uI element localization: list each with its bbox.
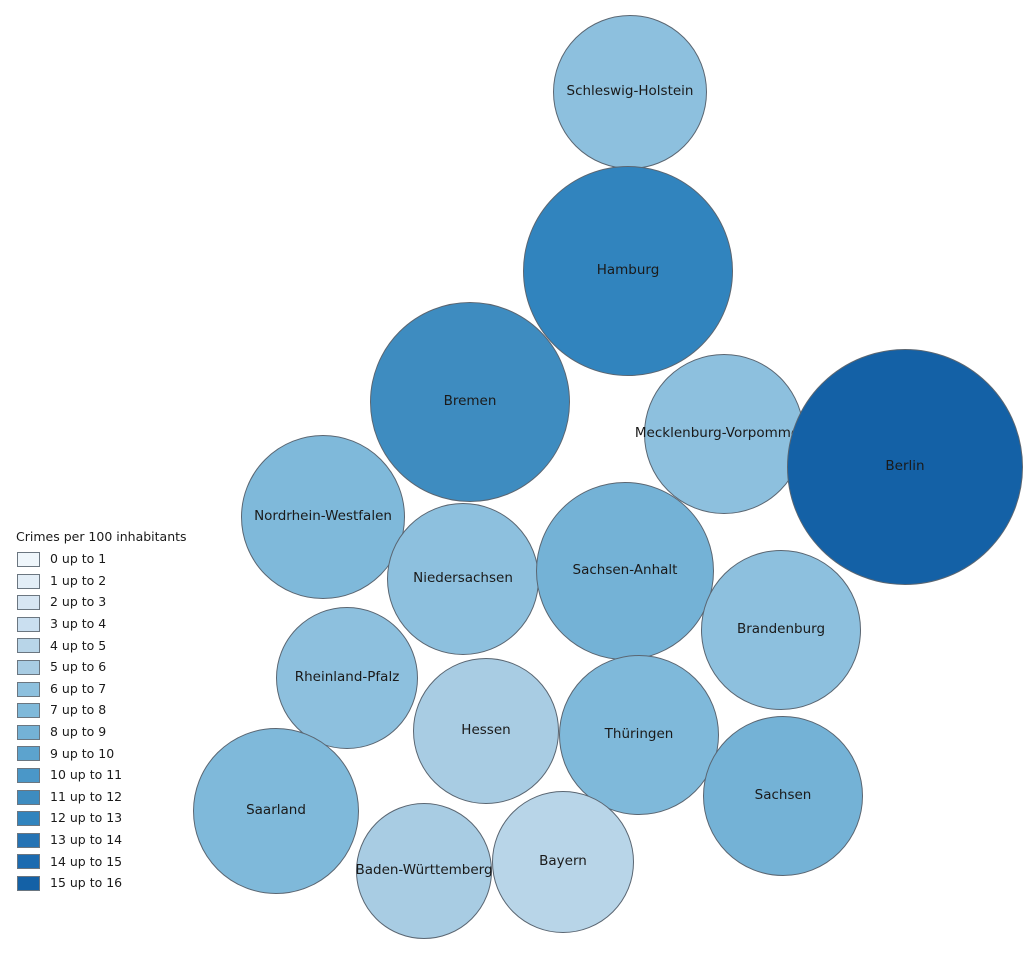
bubble-hamburg[interactable]: Hamburg xyxy=(523,166,733,376)
bubble-label: Hessen xyxy=(461,722,511,739)
bubble-label: Thüringen xyxy=(604,726,674,743)
legend-row[interactable]: 4 up to 5 xyxy=(14,635,204,657)
legend-row[interactable]: 5 up to 6 xyxy=(14,657,204,679)
legend-row[interactable]: 11 up to 12 xyxy=(14,786,204,808)
legend-swatch xyxy=(17,595,40,611)
legend-swatch xyxy=(17,552,40,568)
bubble-label: Brandenburg xyxy=(736,621,826,638)
legend-label: 13 up to 14 xyxy=(50,832,123,848)
legend-label: 3 up to 4 xyxy=(50,616,107,632)
legend-swatch xyxy=(17,638,40,654)
bubble-label: Sachsen xyxy=(754,787,812,804)
bubble-label: Baden-Württemberg xyxy=(355,862,493,879)
legend-swatch xyxy=(17,616,40,632)
legend-swatch xyxy=(17,767,40,783)
bubble-label: Nordrhein-Westfalen xyxy=(254,508,392,525)
bubble-label: Schleswig-Holstein xyxy=(566,83,694,100)
legend-swatch xyxy=(17,573,40,589)
legend-swatch xyxy=(17,811,40,827)
bubble-label: Mecklenburg-Vorpommern xyxy=(634,425,814,442)
legend-label: 6 up to 7 xyxy=(50,680,107,696)
legend-label: 15 up to 16 xyxy=(50,875,123,891)
legend-label: 9 up to 10 xyxy=(50,745,115,761)
legend-label: 8 up to 9 xyxy=(50,724,107,740)
legend-swatch xyxy=(17,703,40,719)
bubble-rheinland-pfalz[interactable]: Rheinland-Pfalz xyxy=(276,607,418,749)
legend-label: 2 up to 3 xyxy=(50,594,107,610)
bubble-label: Rheinland-Pfalz xyxy=(294,669,400,686)
legend-label: 10 up to 11 xyxy=(50,767,123,783)
legend-row[interactable]: 7 up to 8 xyxy=(14,700,204,722)
legend-row[interactable]: 13 up to 14 xyxy=(14,829,204,851)
bubble-label: Bayern xyxy=(539,853,587,870)
legend-row[interactable]: 14 up to 15 xyxy=(14,851,204,873)
bubble-th-ringen[interactable]: Thüringen xyxy=(559,655,719,815)
bubble-label: Sachsen-Anhalt xyxy=(572,562,678,579)
legend-rows: 0 up to 1 1 up to 2 2 up to 3 3 up to 4 4 up… xyxy=(14,549,204,895)
legend-row[interactable]: 0 up to 1 xyxy=(14,549,204,571)
legend-swatch xyxy=(17,875,40,891)
legend-swatch xyxy=(17,832,40,848)
legend-label: 12 up to 13 xyxy=(50,810,123,826)
legend-swatch xyxy=(17,660,40,676)
legend-label: 14 up to 15 xyxy=(50,853,123,869)
bubble-mecklenburg-vorpommern[interactable]: Mecklenburg-Vorpommern xyxy=(635,354,813,514)
legend-row[interactable]: 1 up to 2 xyxy=(14,570,204,592)
legend-row[interactable]: 2 up to 3 xyxy=(14,592,204,614)
bubble-chart: Schleswig-Holstein Hamburg Bremen Mecklenbu… xyxy=(0,0,1028,958)
legend-row[interactable]: 6 up to 7 xyxy=(14,678,204,700)
bubble-niedersachsen[interactable]: Niedersachsen xyxy=(387,503,539,655)
bubble-label: Hamburg xyxy=(596,262,660,279)
legend-swatch xyxy=(17,746,40,762)
bubble-bayern[interactable]: Bayern xyxy=(492,791,634,933)
legend-row[interactable]: 12 up to 13 xyxy=(14,808,204,830)
legend-row[interactable]: 10 up to 11 xyxy=(14,765,204,787)
legend: Crimes per 100 inhabitants 0 up to 1 1 up… xyxy=(14,530,204,894)
legend-row[interactable]: 15 up to 16 xyxy=(14,873,204,895)
bubble-berlin[interactable]: Berlin xyxy=(787,349,1023,585)
legend-row[interactable]: 3 up to 4 xyxy=(14,614,204,636)
bubble-hessen[interactable]: Hessen xyxy=(413,658,559,804)
bubble-brandenburg[interactable]: Brandenburg xyxy=(701,550,861,710)
legend-label: 0 up to 1 xyxy=(50,551,107,567)
legend-swatch xyxy=(17,724,40,740)
bubble-sachsen[interactable]: Sachsen xyxy=(703,716,863,876)
legend-label: 4 up to 5 xyxy=(50,637,107,653)
bubble-sachsen-anhalt[interactable]: Sachsen-Anhalt xyxy=(536,482,714,660)
bubble-schleswig-holstein[interactable]: Schleswig-Holstein xyxy=(553,15,707,169)
legend-swatch xyxy=(17,681,40,697)
legend-row[interactable]: 9 up to 10 xyxy=(14,743,204,765)
bubble-label: Bremen xyxy=(443,393,497,410)
legend-label: 11 up to 12 xyxy=(50,788,123,804)
bubble-nordrhein-westfalen[interactable]: Nordrhein-Westfalen xyxy=(241,435,405,599)
legend-swatch xyxy=(17,789,40,805)
legend-label: 5 up to 6 xyxy=(50,659,107,675)
legend-title: Crimes per 100 inhabitants xyxy=(16,529,187,544)
bubble-label: Berlin xyxy=(885,458,925,475)
legend-label: 7 up to 8 xyxy=(50,702,107,718)
legend-row[interactable]: 8 up to 9 xyxy=(14,722,204,744)
legend-label: 1 up to 2 xyxy=(50,572,107,588)
legend-swatch xyxy=(17,854,40,870)
bubble-bremen[interactable]: Bremen xyxy=(370,302,570,502)
bubble-label: Niedersachsen xyxy=(413,570,513,587)
bubble-label: Saarland xyxy=(246,802,306,819)
bubble-baden-w-rttemberg[interactable]: Baden-Württemberg xyxy=(355,803,493,939)
bubble-saarland[interactable]: Saarland xyxy=(193,728,359,894)
